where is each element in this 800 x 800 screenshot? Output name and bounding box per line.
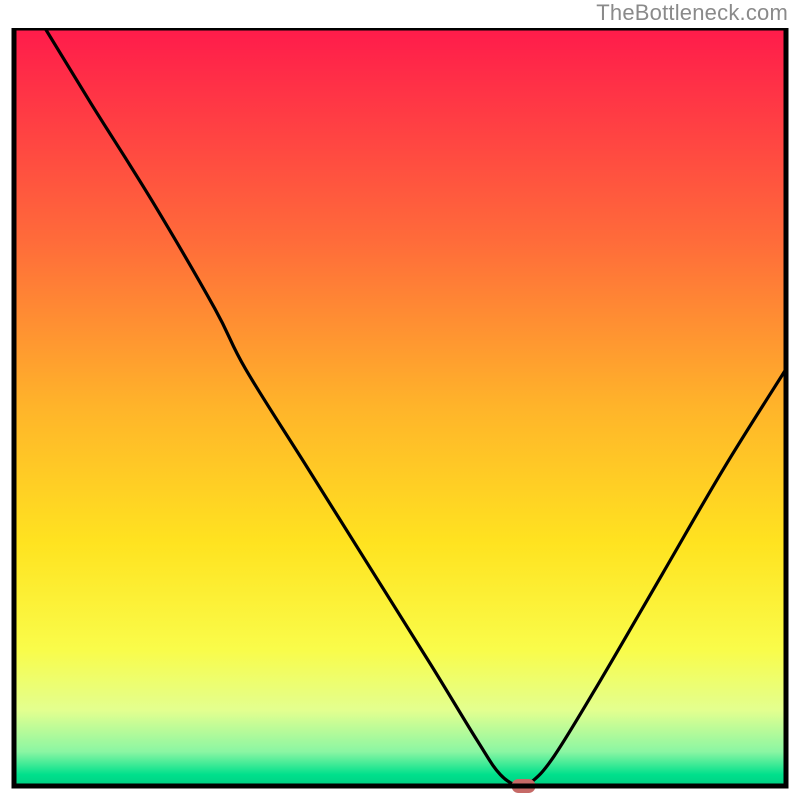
chart-container: TheBottleneck.com bbox=[0, 0, 800, 800]
attribution-text: TheBottleneck.com bbox=[596, 0, 788, 26]
chart-background bbox=[14, 28, 786, 786]
bottleneck-chart bbox=[0, 28, 800, 800]
